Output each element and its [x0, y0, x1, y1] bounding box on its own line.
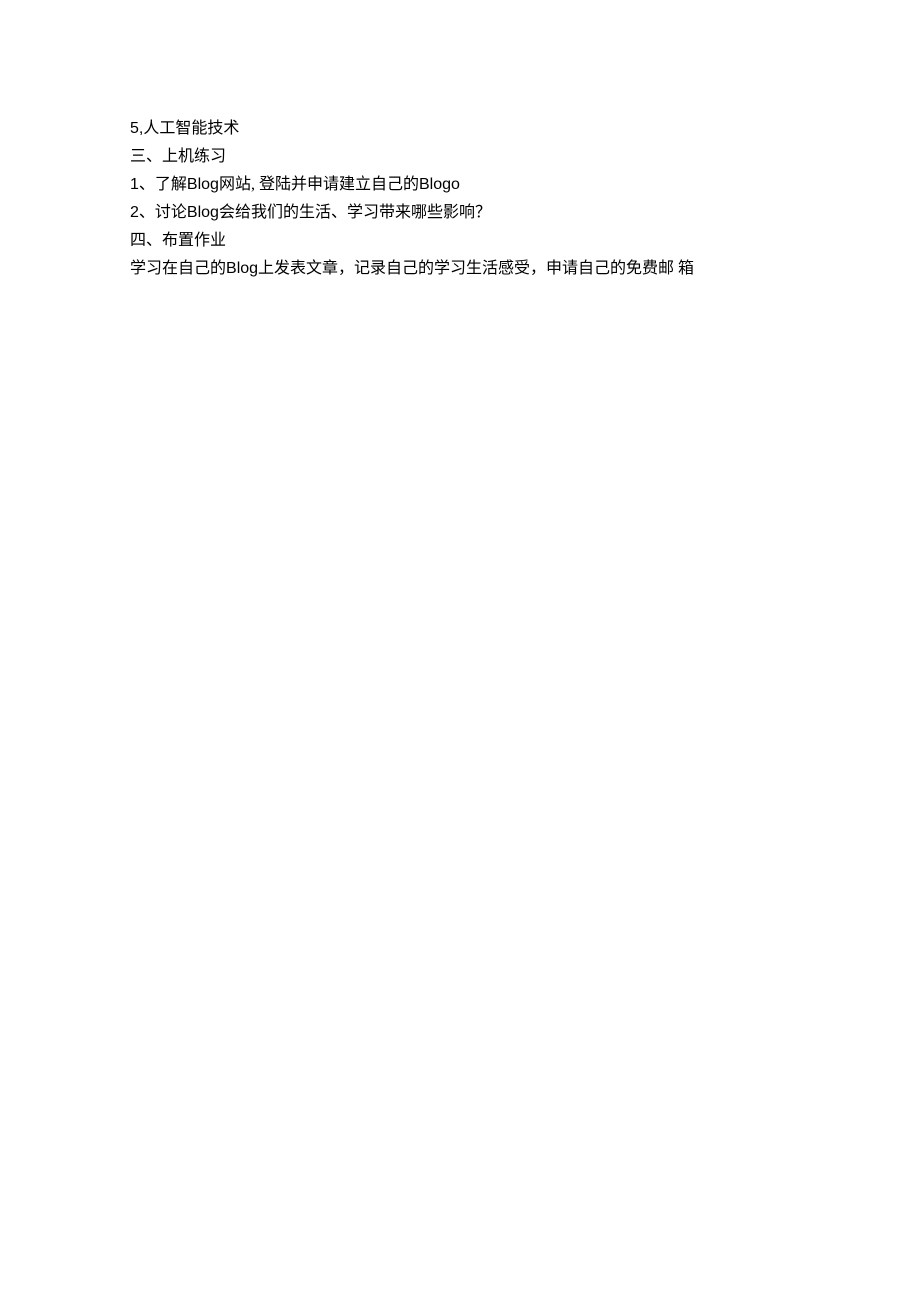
line-6: 学习在自己的Blog上发表文章，记录自己的学习生活感受，申请自己的免费邮 箱	[130, 255, 790, 283]
line-2: 三、上机练习	[130, 143, 790, 171]
text-segment: 人工智能技术	[143, 120, 239, 137]
text-segment: Blog	[226, 260, 258, 277]
text-segment: Blog	[187, 204, 219, 221]
text-segment: 5,	[130, 120, 143, 137]
line-5: 四、布置作业	[130, 227, 790, 255]
text-segment: 学习在自己的	[130, 260, 226, 277]
text-segment: 上发表文章，记录自己的学习生活感受，申请自己的免费邮 箱	[258, 260, 694, 277]
text-segment: 会给我们的生活、学习带来哪些影响？	[219, 204, 491, 221]
text-segment: 1	[130, 176, 139, 193]
text-segment: 、了解	[139, 176, 187, 193]
text-segment: 四、布置作业	[130, 232, 226, 249]
text-segment: 三、上机练习	[130, 148, 226, 165]
text-segment: 网站, 登陆并申请建立自己的	[219, 176, 419, 193]
text-segment: Blog	[187, 176, 219, 193]
line-4: 2、讨论Blog会给我们的生活、学习带来哪些影响？	[130, 199, 790, 227]
text-segment: 、讨论	[139, 204, 187, 221]
line-1: 5,人工智能技术	[130, 115, 790, 143]
text-segment: 2	[130, 204, 139, 221]
line-3: 1、了解Blog网站, 登陆并申请建立自己的Blogo	[130, 171, 790, 199]
text-segment: Blogo	[419, 176, 460, 193]
